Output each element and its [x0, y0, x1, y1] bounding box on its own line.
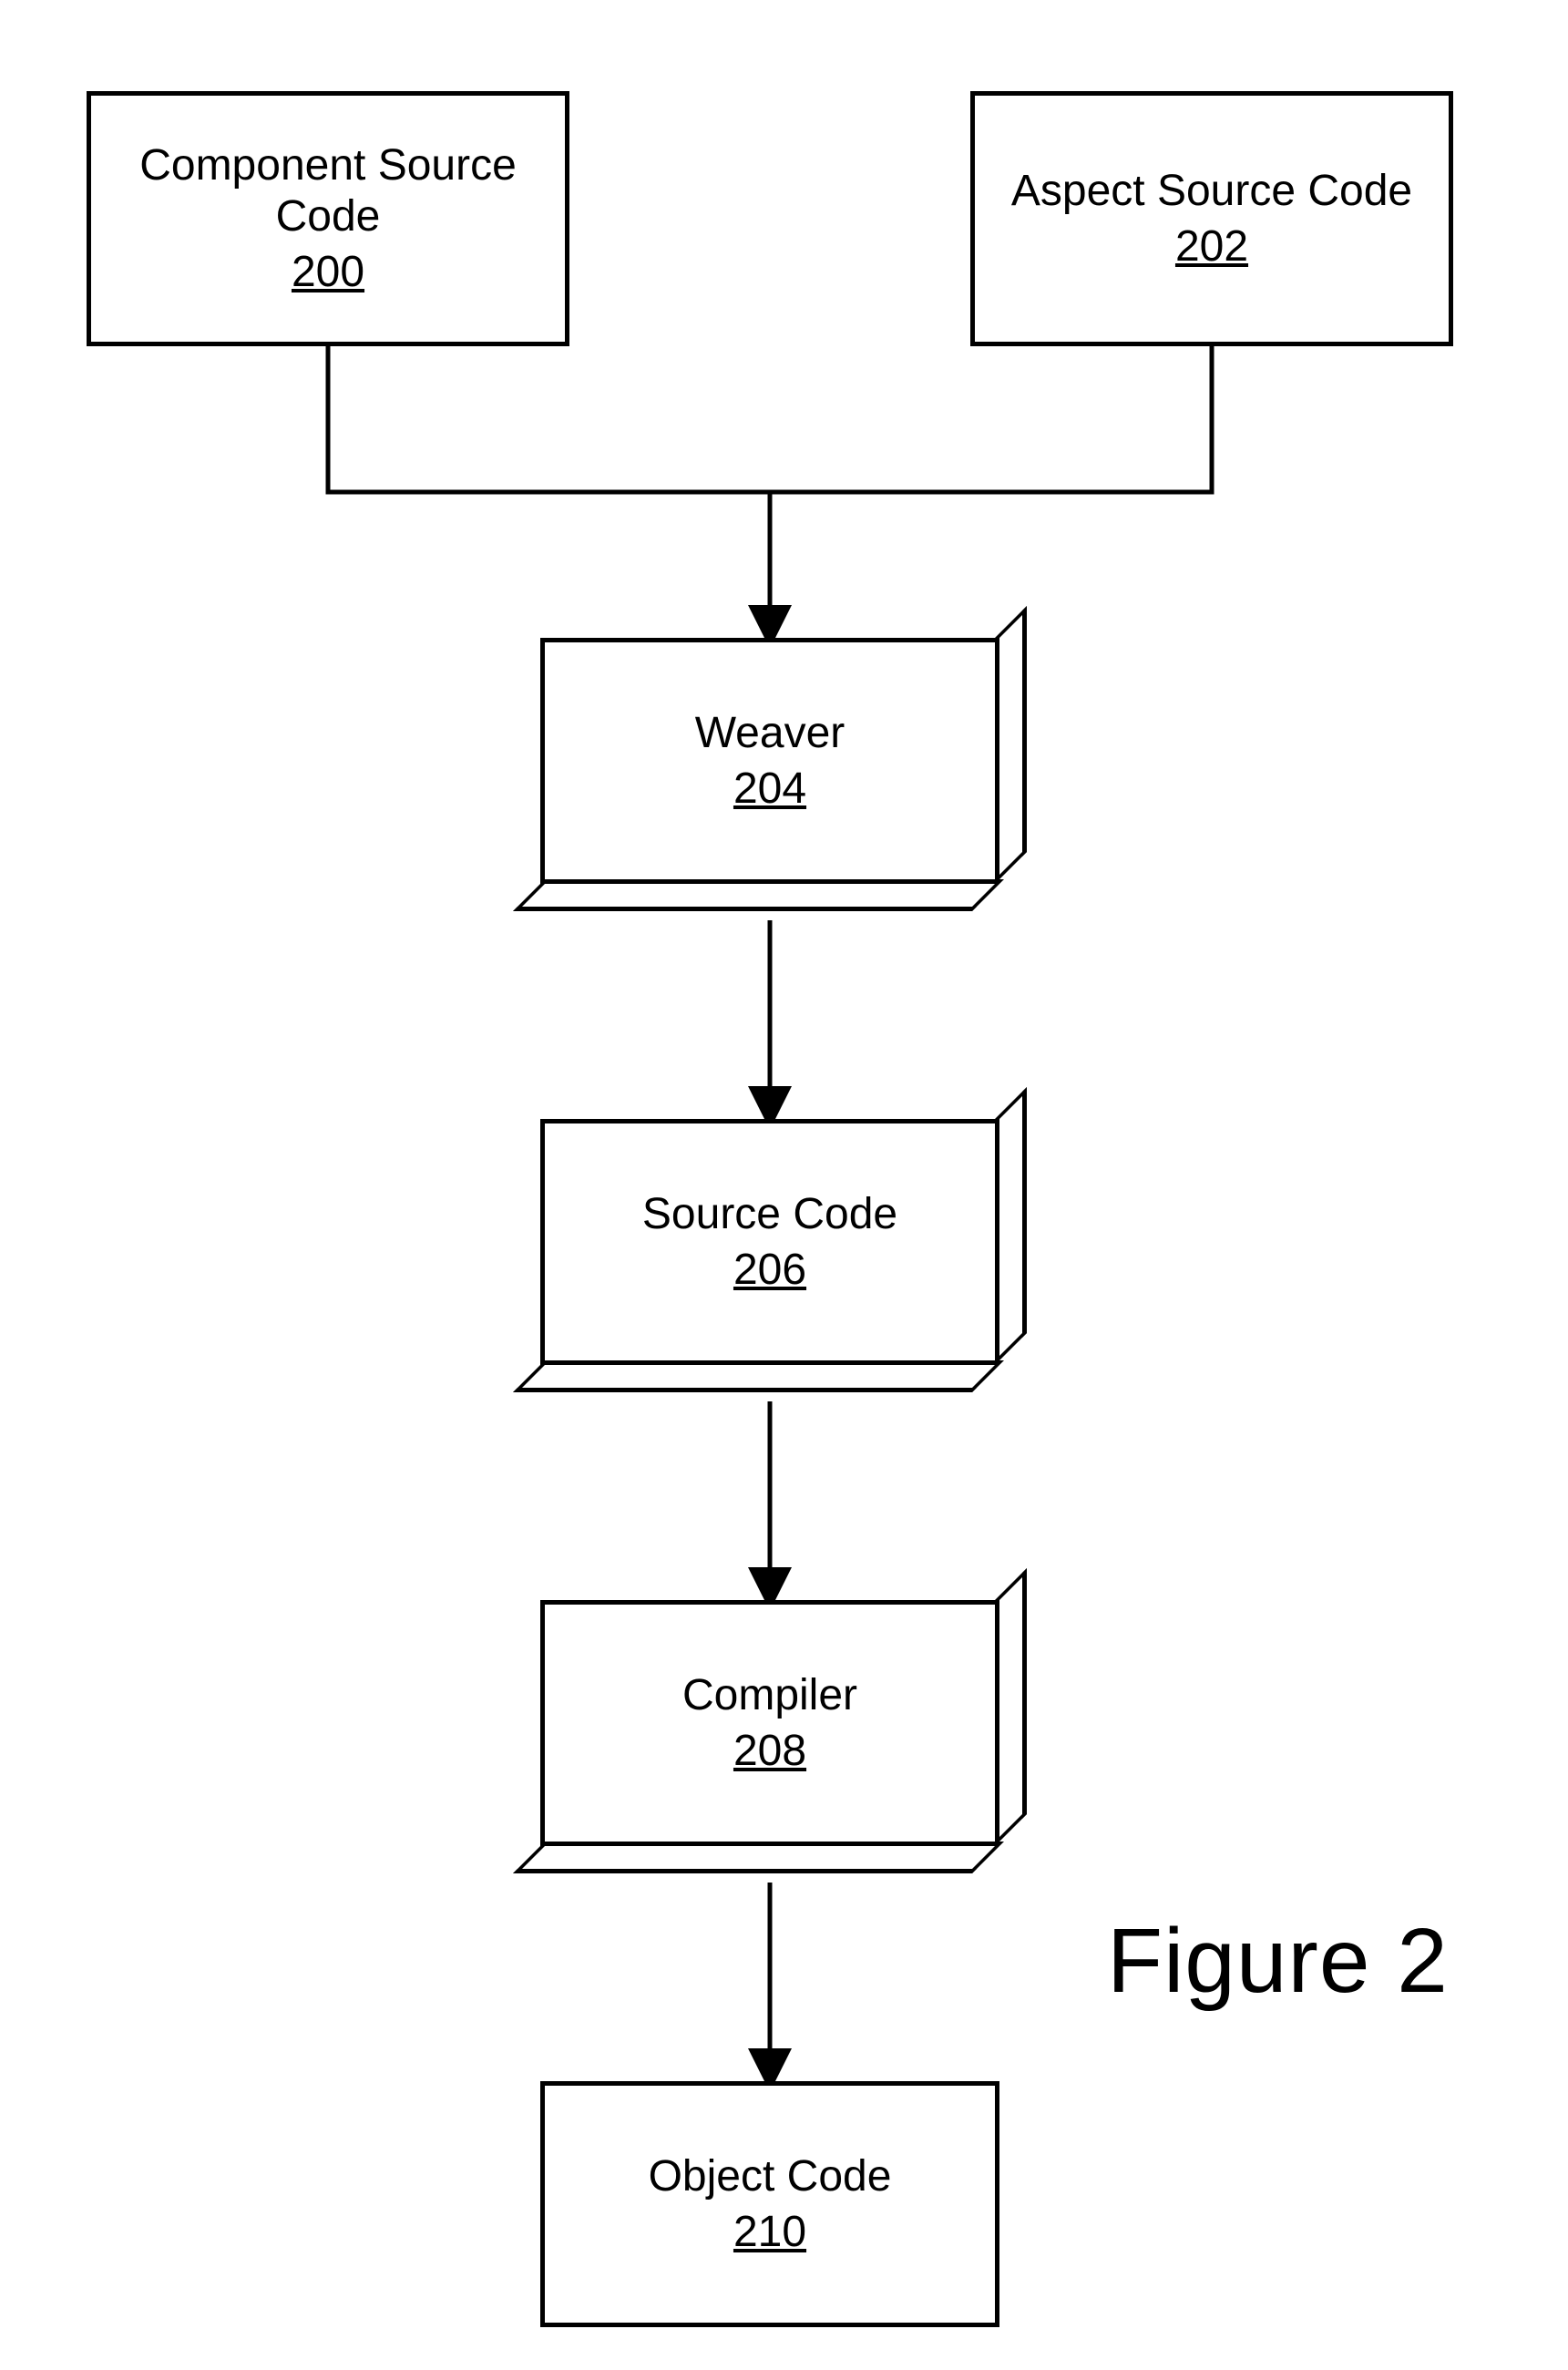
node-title: Object Code — [649, 2151, 892, 2201]
node-number: 208 — [733, 1726, 806, 1776]
figure-caption: Figure 2 — [1107, 1909, 1449, 2014]
node-title: Source Code — [642, 1189, 897, 1239]
node-component-source-code: Component Source Code 200 — [87, 91, 569, 346]
node-object-code: Object Code 210 — [540, 2081, 999, 2327]
node-title: Aspect Source Code — [1011, 166, 1412, 216]
node-title: Compiler — [682, 1670, 857, 1720]
node-number: 200 — [292, 247, 364, 297]
node-aspect-source-code: Aspect Source Code 202 — [970, 91, 1453, 346]
diagram-canvas: Component Source Code 200 Aspect Source … — [0, 0, 1568, 2370]
node-title: Weaver — [695, 708, 845, 758]
node-number: 202 — [1175, 221, 1248, 272]
node-number: 206 — [733, 1245, 806, 1295]
node-title: Component Source Code — [91, 140, 565, 241]
node-number: 204 — [733, 764, 806, 814]
node-number: 210 — [733, 2207, 806, 2257]
